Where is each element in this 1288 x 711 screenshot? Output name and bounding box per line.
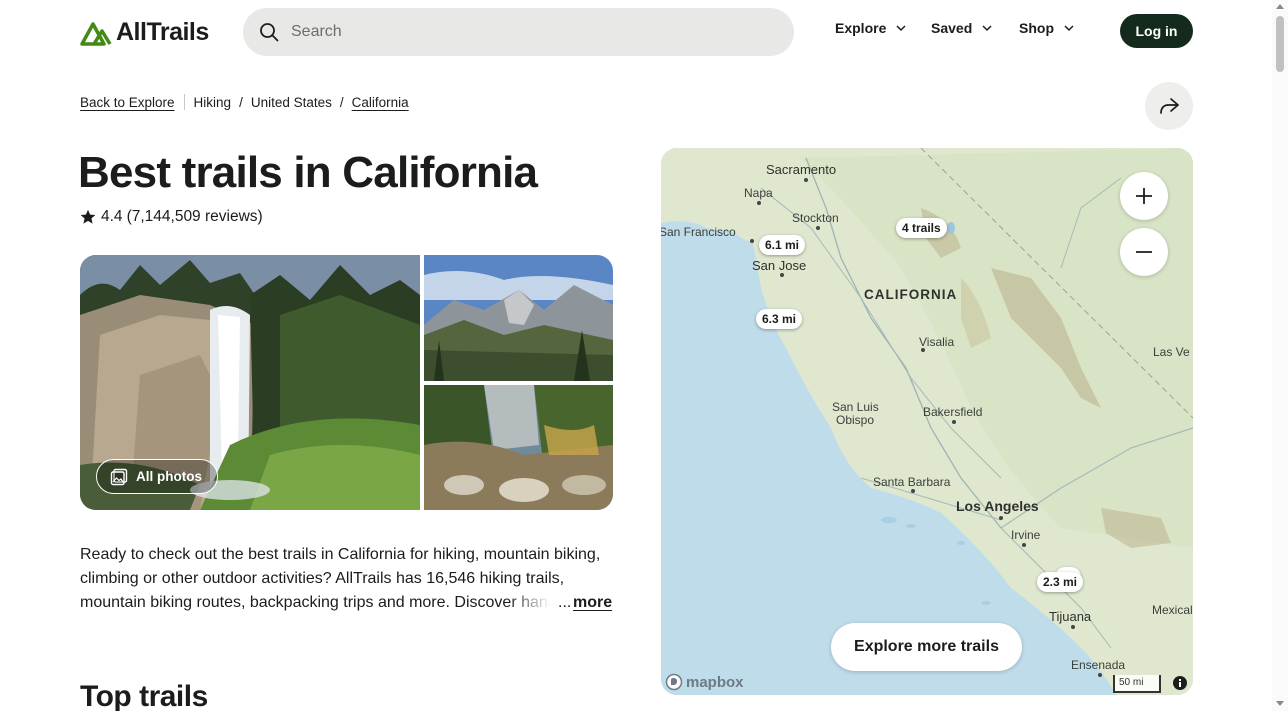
map-label-stockton: Stockton	[792, 211, 839, 225]
half-dome-photo[interactable]	[424, 255, 613, 381]
explore-more-trails-button[interactable]: Explore more trails	[831, 623, 1022, 671]
rating-summary: 4.4 (7,144,509 reviews)	[80, 208, 263, 226]
city-dot	[952, 420, 956, 424]
map-label-obispo: Obispo	[836, 413, 875, 427]
breadcrumb-divider	[183, 94, 185, 110]
map-label-irvine: Irvine	[1011, 528, 1041, 542]
read-more-link[interactable]: more	[573, 591, 613, 615]
city-dot	[1098, 673, 1102, 677]
breadcrumb-separator: /	[339, 94, 344, 110]
breadcrumb-united-states[interactable]: United States	[251, 95, 332, 110]
search-icon	[260, 23, 279, 42]
star-icon	[80, 209, 96, 224]
top-trails-heading: Top trails	[80, 680, 208, 711]
logo-text: AllTrails	[116, 18, 209, 46]
city-dot	[750, 239, 754, 243]
breadcrumb: Back to Explore Hiking / United States /…	[80, 94, 409, 110]
map-label-tijuana: Tijuana	[1049, 609, 1092, 624]
forest-river-photo[interactable]	[424, 385, 613, 510]
nav-explore-label: Explore	[835, 20, 887, 36]
plus-icon	[1136, 188, 1152, 204]
map-label-san-luis: San Luis	[832, 400, 879, 414]
city-dot	[1071, 625, 1075, 629]
description-fade	[508, 591, 558, 615]
photo-gallery: All photos	[80, 255, 613, 510]
search-bar[interactable]	[243, 8, 794, 56]
nav-saved-label: Saved	[931, 20, 973, 36]
alltrails-logo[interactable]: AllTrails	[80, 18, 209, 47]
map-label-san-jose: San Jose	[752, 258, 807, 273]
site-header: AllTrails Explore Saved Shop Log in	[0, 0, 1288, 64]
chevron-down-icon	[1064, 25, 1074, 32]
review-count: (7,144,509 reviews)	[126, 208, 263, 225]
login-button[interactable]: Log in	[1120, 14, 1193, 48]
map-label-san-francisco: San Francisco	[661, 225, 736, 239]
map-pin-6-3-mi[interactable]: 6.3 mi	[756, 309, 803, 329]
mapbox-logo-icon	[665, 673, 683, 691]
nav-explore[interactable]: Explore	[835, 20, 906, 36]
chevron-down-icon	[896, 25, 906, 32]
map-label-sacramento: Sacramento	[766, 162, 837, 177]
map-pin-2-3-mi[interactable]: 2.3 mi	[1037, 572, 1084, 592]
city-dot	[804, 178, 808, 182]
map-label-ensenada: Ensenada	[1071, 658, 1126, 672]
nav-shop-label: Shop	[1019, 20, 1054, 36]
map-label-santa-barbara: Santa Barbara	[873, 475, 951, 489]
city-dot	[757, 201, 761, 205]
map-label-visalia: Visalia	[919, 335, 955, 349]
nav-shop[interactable]: Shop	[1019, 20, 1074, 36]
nav-saved[interactable]: Saved	[931, 20, 992, 36]
gallery-icon	[110, 468, 128, 485]
zoom-in-button[interactable]	[1120, 172, 1168, 220]
map-label-bakersfield: Bakersfield	[923, 405, 983, 419]
all-photos-button[interactable]: All photos	[96, 459, 218, 494]
all-photos-label: All photos	[136, 469, 202, 484]
breadcrumb-california[interactable]: California	[352, 95, 409, 110]
zoom-out-button[interactable]	[1120, 228, 1168, 276]
map-label-mexicali: Mexical	[1152, 603, 1193, 617]
map-label-napa: Napa	[744, 186, 773, 200]
rating-value: 4.4	[101, 208, 123, 225]
map-label-los-angeles: Los Angeles	[956, 498, 1039, 514]
mapbox-attribution[interactable]: mapbox	[665, 673, 744, 691]
scale-label: 50 mi	[1119, 677, 1144, 688]
logo-mountain-icon	[80, 21, 112, 46]
scroll-thumb[interactable]	[1276, 16, 1284, 72]
page-title: Best trails in California	[78, 148, 538, 197]
page-scrollbar[interactable]	[1272, 0, 1288, 711]
search-input[interactable]	[291, 23, 751, 41]
minus-icon	[1136, 251, 1152, 253]
breadcrumb-hiking[interactable]: Hiking	[194, 95, 232, 110]
info-icon[interactable]	[1172, 675, 1188, 691]
scroll-down-arrow-icon[interactable]	[1276, 701, 1284, 706]
map-pin-6-1-mi[interactable]: 6.1 mi	[759, 235, 806, 255]
city-dot	[999, 516, 1003, 520]
map-pin-4-trails[interactable]: 4 trails	[896, 218, 947, 238]
breadcrumb-separator: /	[239, 94, 243, 110]
city-dot	[911, 489, 915, 493]
map-label-las-vegas: Las Ve	[1153, 345, 1190, 359]
chevron-down-icon	[982, 25, 992, 32]
map-scale-bar: 50 mi	[1113, 675, 1161, 693]
trail-map[interactable]: Sacramento Napa Stockton San Francisco S…	[661, 148, 1193, 695]
scroll-up-arrow-icon[interactable]	[1276, 4, 1284, 9]
share-arrow-icon	[1160, 98, 1179, 114]
back-to-explore-link[interactable]: Back to Explore	[80, 95, 175, 110]
city-dot	[921, 348, 925, 352]
mapbox-label: mapbox	[686, 673, 744, 691]
city-dot	[1022, 543, 1026, 547]
city-dot	[780, 273, 784, 277]
map-label-california: CALIFORNIA	[864, 287, 958, 302]
city-dot	[816, 226, 820, 230]
share-button[interactable]	[1145, 82, 1193, 130]
